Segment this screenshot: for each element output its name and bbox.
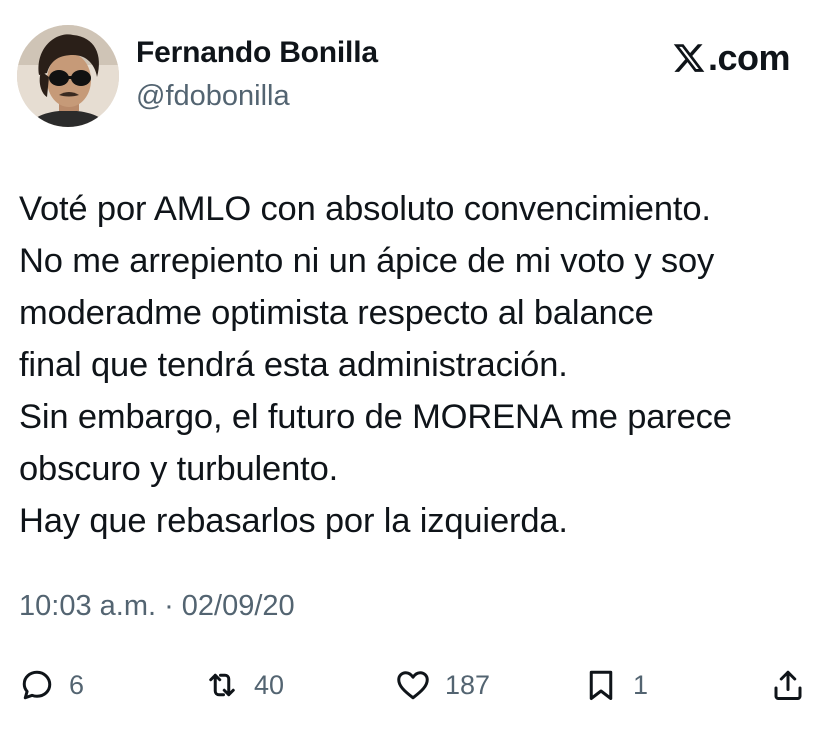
- share-button[interactable]: [770, 660, 806, 710]
- tweet-line: final que tendrá esta administración.: [19, 346, 568, 384]
- author-handle[interactable]: @fdobonilla: [136, 80, 290, 113]
- tweet-line: No me arrepiento ni un ápice de mi voto …: [19, 242, 715, 280]
- x-logo-icon: [673, 44, 705, 72]
- author-name[interactable]: Fernando Bonilla: [136, 36, 378, 70]
- tweet-line: Voté por AMLO con absoluto convencimient…: [19, 190, 711, 228]
- reply-icon: [22, 670, 52, 700]
- tweet-text: Voté por AMLO con absoluto convencimient…: [19, 183, 814, 547]
- avatar[interactable]: [17, 25, 119, 127]
- tweet-line: Sin embargo, el futuro de MORENA me pare…: [19, 398, 732, 436]
- share-icon: [774, 670, 802, 700]
- like-count: 187: [445, 669, 491, 700]
- tweet-timestamp[interactable]: 10:03 a.m. · 02/09/20: [19, 590, 295, 623]
- action-bar: 6 40 187 1: [0, 660, 828, 710]
- tweet-card: Fernando Bonilla @fdobonilla .com Voté p…: [0, 0, 828, 735]
- reply-count: 6: [69, 669, 85, 700]
- bookmark-button[interactable]: 1: [583, 660, 648, 710]
- like-button[interactable]: 187: [395, 660, 490, 710]
- heart-icon: [397, 671, 429, 700]
- avatar-image: [17, 25, 119, 127]
- brand: .com: [672, 36, 791, 80]
- brand-domain: .com: [707, 37, 791, 78]
- bookmark-icon: [589, 670, 613, 700]
- retweet-count: 40: [254, 669, 285, 700]
- tweet-line: obscuro y turbulento.: [19, 450, 339, 488]
- retweet-icon: [209, 673, 235, 697]
- reply-button[interactable]: 6: [19, 660, 84, 710]
- retweet-button[interactable]: 40: [204, 660, 284, 710]
- tweet-line: Hay que rebasarlos por la izquierda.: [19, 502, 568, 540]
- tweet-line: moderadme optimista respecto al balance: [19, 294, 654, 332]
- bookmark-count: 1: [633, 669, 649, 700]
